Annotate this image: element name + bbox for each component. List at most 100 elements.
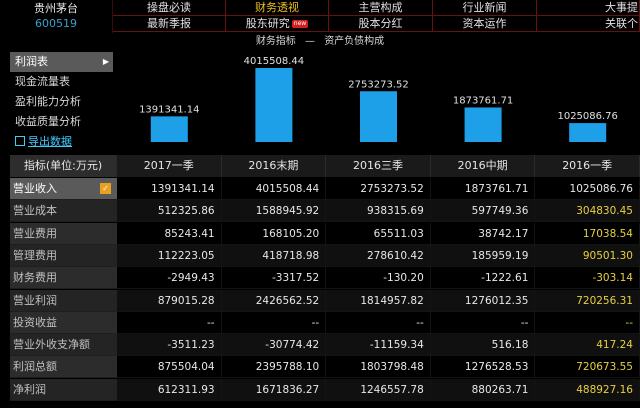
menu-item-zhuying[interactable]: 主营构成 <box>329 0 433 16</box>
row-label-text: 净利润 <box>13 382 46 396</box>
table-cell: 516.18 <box>430 334 536 357</box>
table-header-col-4[interactable]: 2016一季 <box>535 155 640 177</box>
row-label-text: 营业费用 <box>13 226 57 240</box>
table-cell: 2753273.52 <box>326 178 431 200</box>
stock-name: 贵州茅台 <box>34 2 78 15</box>
table-header-col-0[interactable]: 2017一季 <box>117 155 222 177</box>
bar-value-label-2: 2753273.52 <box>348 79 408 90</box>
table-cell: 417.24 <box>535 334 640 357</box>
row-label-0[interactable]: 营业收入 ✓ <box>10 178 117 200</box>
checkbox-checked-icon[interactable]: ✓ <box>100 183 111 194</box>
table-cell: 17038.54 <box>535 222 640 245</box>
bar-1 <box>255 68 293 142</box>
new-badge: new <box>291 20 309 28</box>
table-cell: 2395788.10 <box>221 356 327 379</box>
bar-value-label-1: 4015508.44 <box>244 56 304 67</box>
row-label-text: 财务费用 <box>13 271 57 285</box>
stock-info: 贵州茅台 600519 <box>0 0 113 33</box>
export-data-label: 导出数据 <box>28 135 72 148</box>
table-cell: 1246557.78 <box>326 378 431 401</box>
table-cell: -303.14 <box>535 267 640 290</box>
tab-separator: — <box>305 36 315 47</box>
menu-item-guanlian[interactable]: 关联个 <box>537 16 640 32</box>
sidebar-item-shouyi[interactable]: 收益质量分析 <box>10 112 113 132</box>
table-cell: 720256.31 <box>535 289 640 312</box>
sidebar: 利润表 ▶ 现金流量表 盈利能力分析 收益质量分析 导出数据 <box>10 52 113 150</box>
table-cell: 1803798.48 <box>326 356 431 379</box>
table-cell: 4015508.44 <box>221 178 327 200</box>
menu-item-caopan[interactable]: 操盘必读 <box>113 0 226 16</box>
stock-code: 600519 <box>35 17 77 30</box>
table-header-col-2[interactable]: 2016三季 <box>326 155 431 177</box>
row-label-7[interactable]: 营业外收支净额 <box>10 334 117 357</box>
bar-value-label-0: 1391341.14 <box>139 104 199 115</box>
table-cell: 304830.45 <box>535 200 640 223</box>
row-label-text: 营业收入 <box>13 182 57 195</box>
triangle-right-icon: ▶ <box>102 57 109 66</box>
table-header-col-3[interactable]: 2016中期 <box>430 155 536 177</box>
row-label-text: 营业利润 <box>13 293 57 307</box>
menu-item-caiwu[interactable]: 财务透视 <box>226 0 329 16</box>
bar-chart-svg: 1391341.14 4015508.44 2753273.52 1873761.71… <box>139 56 618 142</box>
sidebar-item-xianjin[interactable]: 现金流量表 <box>10 72 113 92</box>
export-data-link[interactable]: 导出数据 <box>10 132 113 152</box>
table-cell: 1276012.35 <box>430 289 536 312</box>
row-label-9[interactable]: 净利润 <box>10 378 117 401</box>
menu-item-gudong[interactable]: 股东研究 new <box>226 16 329 32</box>
table-cell: 1671836.27 <box>221 378 327 401</box>
bar-value-label-4: 1025086.76 <box>557 111 617 122</box>
sidebar-item-lirun[interactable]: 利润表 ▶ <box>10 52 113 72</box>
table-cell: -130.20 <box>326 267 431 290</box>
row-label-6[interactable]: 投资收益 <box>10 311 117 334</box>
menu-item-hangye[interactable]: 行业新闻 <box>433 0 537 16</box>
table-cell: 65511.03 <box>326 222 431 245</box>
table-cell: -30774.42 <box>221 334 327 357</box>
tab-caiwu-zhibiao[interactable]: 财务指标 <box>256 36 296 47</box>
top-menu: 操盘必读 财务透视 主营构成 行业新闻 大事提 最新季报 股东研究 new 股本分… <box>113 0 640 33</box>
row-label-4[interactable]: 财务费用 <box>10 267 117 290</box>
sidebar-item-lirun-label: 利润表 <box>15 55 48 68</box>
table-cell: 612311.93 <box>117 378 222 401</box>
table-cell: 278610.42 <box>326 244 431 267</box>
bar-2 <box>360 91 397 142</box>
financial-table: 指标(单位:万元) 2017一季 2016末期 2016三季 2016中期 2016一季营… <box>10 155 640 408</box>
menu-item-ziben[interactable]: 资本运作 <box>433 16 537 32</box>
table-cell: 880263.71 <box>430 378 536 401</box>
row-label-text: 投资收益 <box>13 315 57 329</box>
table-cell: -- <box>326 311 431 334</box>
row-label-1[interactable]: 营业成本 <box>10 200 117 223</box>
bar-4 <box>569 123 607 142</box>
table-cell: 2426562.52 <box>221 289 327 312</box>
export-icon <box>15 136 25 146</box>
tab-zichan-fuzhai[interactable]: 资产负债构成 <box>324 36 384 47</box>
row-label-3[interactable]: 管理费用 <box>10 244 117 267</box>
table-cell: 1391341.14 <box>117 178 222 200</box>
row-label-text: 利润总额 <box>13 360 57 374</box>
row-label-2[interactable]: 营业费用 <box>10 222 117 245</box>
table-cell: -3317.52 <box>221 267 327 290</box>
menu-item-guben[interactable]: 股本分红 <box>329 16 433 32</box>
menu-item-jibao[interactable]: 最新季报 <box>113 16 226 32</box>
table-cell: 1814957.82 <box>326 289 431 312</box>
chart-header: 财务指标 — 资产负债构成 <box>0 33 640 50</box>
table-cell: 38742.17 <box>430 222 536 245</box>
table-cell: 875504.04 <box>117 356 222 379</box>
table-cell: -1222.61 <box>430 267 536 290</box>
table-cell: -11159.34 <box>326 334 431 357</box>
row-label-5[interactable]: 营业利润 <box>10 289 117 312</box>
table-cell: 879015.28 <box>117 289 222 312</box>
table-cell: -- <box>535 311 640 334</box>
table-header-col-1[interactable]: 2016末期 <box>221 155 327 177</box>
menu-item-dashi[interactable]: 大事提 <box>537 0 640 16</box>
sidebar-item-yingli[interactable]: 盈利能力分析 <box>10 92 113 112</box>
table-header-label: 指标(单位:万元) <box>10 155 117 177</box>
menu-item-gudong-label: 股东研究 <box>245 17 290 30</box>
table-cell: 597749.36 <box>430 200 536 223</box>
table-cell: 1276528.53 <box>430 356 536 379</box>
table-cell: -- <box>221 311 327 334</box>
row-label-8[interactable]: 利润总额 <box>10 356 117 379</box>
table-cell: 512325.86 <box>117 200 222 223</box>
table-cell: 938315.69 <box>326 200 431 223</box>
table-cell: 1873761.71 <box>430 178 536 200</box>
table-cell: 720673.55 <box>535 356 640 379</box>
